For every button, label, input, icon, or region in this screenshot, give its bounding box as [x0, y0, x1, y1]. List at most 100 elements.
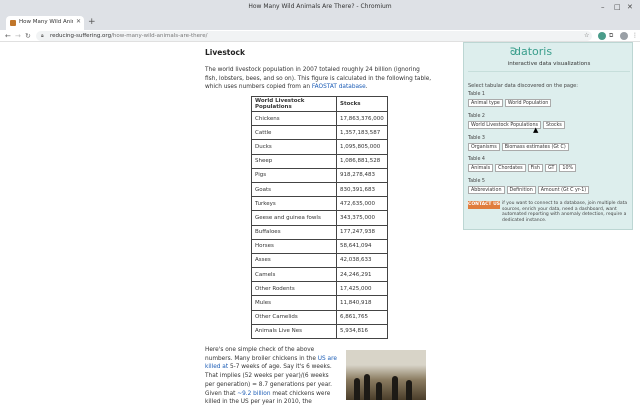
column-chip[interactable]: GT: [544, 164, 558, 172]
browser-toolbar: ← → ↻ 🔒︎ reducing-suffering.org/how-many…: [0, 30, 640, 42]
animal-cell: Asses: [251, 252, 337, 269]
stock-cell: 24,246,291: [336, 267, 388, 283]
stock-cell: 58,641,094: [336, 238, 388, 254]
animal-cell: Horses: [251, 238, 337, 254]
column-chip[interactable]: Biomass estimates (Gt C): [501, 143, 569, 151]
site-favicon-icon: [10, 20, 16, 26]
table-row: Other Rodents 17,425,000: [251, 281, 388, 297]
address-bar[interactable]: 🔒︎ reducing-suffering.org/how-many-wild-…: [36, 31, 592, 41]
url-path: /how-many-wild-animals-are-there/: [111, 33, 208, 39]
animal-cell: Pigs: [251, 167, 337, 183]
url-text: reducing-suffering.org/how-many-wild-ani…: [50, 31, 207, 41]
animal-cell: Turkeys: [251, 196, 337, 212]
stock-cell: 830,391,683: [336, 181, 388, 198]
stock-cell: 17,863,376,000: [336, 110, 388, 127]
animal-cell: Other Camelids: [251, 309, 337, 325]
table-row: Animals Live Nes 5,934,816: [251, 323, 388, 340]
table-row: Goats 830,391,683: [251, 181, 388, 198]
puzzle-icon[interactable]: ⧉: [609, 31, 613, 41]
stock-cell: 918,278,483: [336, 167, 388, 183]
table-label: Table 1: [468, 92, 485, 97]
column-chip[interactable]: World Population: [504, 99, 552, 107]
table-label: Table 2: [468, 114, 485, 119]
stock-cell: 11,840,918: [336, 295, 388, 311]
reload-icon[interactable]: ↻: [25, 30, 31, 42]
table-group-5: Table 5 Abbreviation Definition Amount (…: [468, 179, 590, 194]
star-icon[interactable]: ☆: [584, 31, 589, 41]
column-chip[interactable]: Definition: [506, 186, 536, 194]
stock-cell: 42,038,633: [336, 252, 388, 269]
datoris-extension-icon[interactable]: [598, 32, 606, 40]
stock-cell: 177,247,938: [336, 224, 388, 240]
table-label: Table 3: [468, 136, 485, 141]
brand-tagline: interactive data visualizations: [507, 61, 591, 67]
window-titlebar: How Many Wild Animals Are There? - Chrom…: [0, 0, 640, 16]
section-heading: Livestock: [205, 48, 245, 57]
column-chip[interactable]: Animals: [468, 164, 494, 172]
panel-intro: Select tabular data discovered on the pa…: [468, 83, 578, 89]
stock-cell: 6,861,765: [336, 309, 388, 325]
animal-cell: Goats: [251, 181, 337, 198]
menu-kebab-icon[interactable]: ⋮: [632, 31, 638, 41]
column-chip[interactable]: Stocks: [543, 121, 565, 129]
close-window-icon[interactable]: ✕: [627, 2, 633, 12]
table-row: Mules 11,840,918: [251, 295, 388, 311]
column-chip[interactable]: Organisms: [468, 143, 500, 151]
livestock-table: World Livestock Populations Stocks Chick…: [251, 96, 388, 340]
stock-cell: 17,425,000: [336, 281, 388, 297]
tab-strip: How Many Wild Animals A ✕ +: [0, 16, 640, 30]
stock-cell: 1,086,881,528: [336, 153, 388, 169]
stock-cell: 343,375,000: [336, 210, 388, 226]
table-group-4: Table 4 Animals Chordates Fish GT 10%: [468, 157, 577, 172]
table-row: Pigs 918,278,483: [251, 167, 388, 183]
animal-cell: Animals Live Nes: [251, 323, 337, 340]
column-chip[interactable]: Fish: [527, 164, 543, 172]
minimize-icon[interactable]: –: [601, 2, 605, 12]
column-chip[interactable]: Chordates: [495, 164, 526, 172]
animal-cell: Buffaloes: [251, 224, 337, 240]
table-row: Chickens 17,863,376,000: [251, 110, 388, 127]
stock-cell: 472,635,000: [336, 196, 388, 212]
table-row: Cattle 1,357,183,587: [251, 125, 388, 141]
tab-close-icon[interactable]: ✕: [76, 18, 81, 25]
animal-cell: Camels: [251, 267, 337, 283]
us-link[interactable]: US: [318, 356, 326, 362]
stock-cell: 1,357,183,587: [336, 125, 388, 141]
billion-link[interactable]: ~9.2 billion: [237, 391, 270, 397]
contact-text: if you want to connect to a database, jo…: [502, 201, 628, 223]
table-body: Chickens 17,863,376,000 Cattle 1,357,183,58…: [251, 110, 388, 340]
table-row: Camels 24,246,291: [251, 267, 388, 283]
stock-cell: 5,934,816: [336, 323, 388, 340]
table-group-2: Table 2 World Livestock Populations Stoc…: [468, 114, 565, 129]
animal-cell: Ducks: [251, 139, 337, 155]
column-chip[interactable]: Animal type: [468, 99, 503, 107]
check-text: Here's one simple check of the above num…: [205, 347, 318, 362]
table-header: Stocks: [336, 96, 388, 112]
lock-icon[interactable]: 🔒︎: [41, 31, 44, 41]
table-row: Horses 58,641,094: [251, 238, 388, 254]
back-icon[interactable]: ←: [5, 30, 11, 42]
table-row: Buffaloes 177,247,938: [251, 224, 388, 240]
table-group-1: Table 1 Animal type World Population: [468, 92, 552, 107]
brand-name: datoris: [514, 45, 553, 58]
new-tab-icon[interactable]: +: [88, 17, 96, 27]
maximize-icon[interactable]: □: [614, 2, 621, 12]
animal-cell: Cattle: [251, 125, 337, 141]
column-chip[interactable]: Amount (Gt C yr-1): [537, 186, 590, 194]
avatar[interactable]: [620, 32, 628, 40]
contact-us-button[interactable]: CONTACT US: [468, 201, 500, 209]
table-row: Asses 42,038,633: [251, 252, 388, 269]
tab-active[interactable]: How Many Wild Animals A ✕: [6, 16, 84, 30]
faostat-link[interactable]: FAOSTAT database: [312, 84, 366, 90]
table-row: Other Camelids 6,861,765: [251, 309, 388, 325]
column-chip[interactable]: 10%: [559, 164, 577, 172]
window-title: How Many Wild Animals Are There? - Chrom…: [248, 3, 392, 10]
forward-icon[interactable]: →: [15, 30, 21, 42]
animal-cell: Chickens: [251, 110, 337, 127]
animal-cell: Other Rodents: [251, 281, 337, 297]
column-chip[interactable]: World Livestock Populations: [468, 121, 542, 129]
table-row: Turkeys 472,635,000: [251, 196, 388, 212]
intro-paragraph: The world livestock population in 2007 t…: [205, 66, 433, 92]
column-chip[interactable]: Abbreviation: [468, 186, 505, 194]
tab-title: How Many Wild Animals A: [19, 19, 73, 25]
